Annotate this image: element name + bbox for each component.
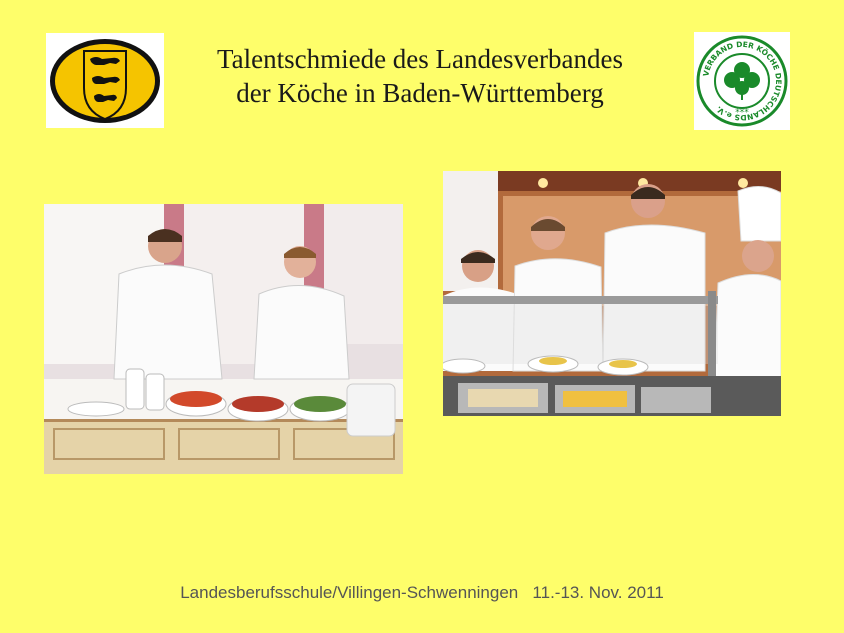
cloverleaf-seal-icon: VERBAND DER KÖCHE DEUTSCHLANDS e.V. *** xyxy=(696,35,788,127)
page-title: Talentschmiede des Landesverbandes der K… xyxy=(150,42,690,110)
coat-of-arms-logo xyxy=(46,33,164,128)
cooks-association-logo: VERBAND DER KÖCHE DEUTSCHLANDS e.V. *** xyxy=(694,32,790,130)
footer-caption: Landesberufsschule/Villingen-Schwenninge… xyxy=(180,583,664,602)
title-line-2: der Köche in Baden-Württemberg xyxy=(236,78,604,108)
seal-stars: *** xyxy=(735,108,749,118)
buffet-serving-photo xyxy=(44,204,403,474)
hot-counter-serving-photo xyxy=(443,171,781,416)
coat-of-arms-icon xyxy=(50,39,160,123)
title-line-1: Talentschmiede des Landesverbandes xyxy=(217,44,623,74)
